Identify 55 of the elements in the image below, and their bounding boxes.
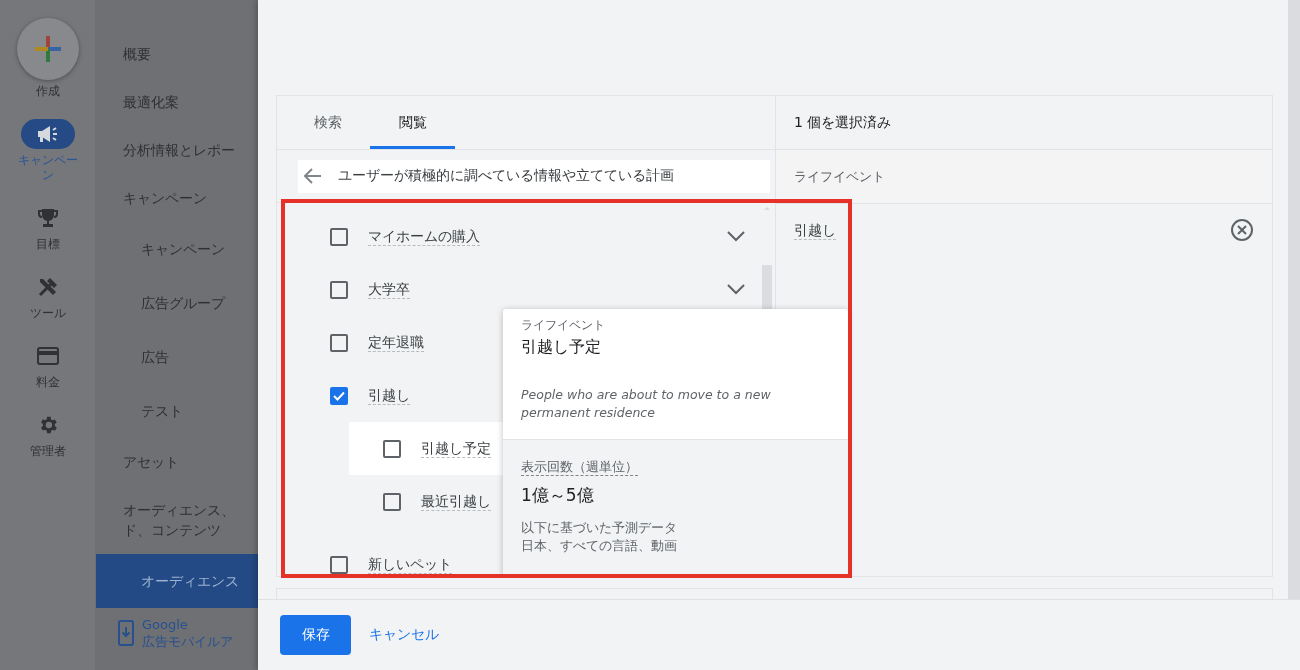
- category-label: 大学卒: [368, 280, 410, 299]
- megaphone-icon: [36, 125, 59, 143]
- nav-item[interactable]: キャンペーン: [96, 174, 258, 222]
- checkbox[interactable]: [330, 227, 348, 246]
- save-button[interactable]: 保存: [280, 615, 351, 655]
- trophy-icon: [36, 207, 59, 229]
- nav-item[interactable]: キャンペーン: [96, 222, 258, 276]
- plus-icon: [34, 36, 61, 62]
- checkbox[interactable]: [330, 555, 348, 574]
- cancel-button[interactable]: キャンセル: [369, 620, 439, 650]
- popup-description: People who are about to move to a new permanent residence: [521, 386, 772, 422]
- rail-label[interactable]: 目標: [12, 237, 83, 252]
- impressions-value: 1億～5億: [521, 484, 595, 507]
- tools-icon: [36, 276, 59, 298]
- chevron-down-icon[interactable]: [727, 284, 745, 295]
- chevron-down-icon[interactable]: [727, 231, 745, 242]
- category-label: 定年退職: [368, 333, 424, 352]
- breadcrumb-text: ユーザーが積極的に調べている情報や立てている計画: [338, 167, 674, 185]
- app-promo-link[interactable]: Google 広告モバイルア: [142, 616, 233, 650]
- checkbox[interactable]: [330, 333, 348, 352]
- nav-item[interactable]: アセット: [96, 438, 258, 486]
- rail-label[interactable]: ツール: [12, 306, 83, 321]
- nav-item[interactable]: 分析情報とレポー: [96, 126, 258, 174]
- forecast-basis: 以下に基づいた予測データ 日本、すべての言語、動画: [521, 519, 678, 555]
- rail-label[interactable]: 管理者: [12, 444, 83, 459]
- popup-title: 引越し予定: [521, 337, 602, 358]
- category-label: 引越し予定: [421, 439, 491, 458]
- rail-icon-button[interactable]: [20, 119, 75, 149]
- rail-label[interactable]: 料金: [12, 375, 83, 390]
- nav-item[interactable]: 最適化案: [96, 78, 258, 126]
- category-label: 新しいペット: [368, 555, 452, 574]
- nav-item[interactable]: オーディエンス、ド、コンテンツ: [96, 486, 258, 554]
- nav-item[interactable]: テスト: [96, 384, 258, 438]
- checkbox[interactable]: [330, 386, 348, 405]
- tab[interactable]: 検索: [285, 96, 370, 149]
- credit-card-icon: [36, 347, 59, 365]
- impressions-label: 表示回数（週単位）: [521, 458, 638, 476]
- rail-label[interactable]: 作成: [12, 84, 83, 99]
- tab[interactable]: 閲覧: [370, 96, 455, 149]
- nav-item[interactable]: オーディエンス: [96, 554, 258, 608]
- popup-category: ライフイベント: [521, 317, 606, 334]
- back-arrow-icon[interactable]: [304, 168, 322, 184]
- nav-item[interactable]: 概要: [96, 30, 258, 78]
- checkbox[interactable]: [383, 439, 401, 458]
- nav-item[interactable]: 広告グループ: [96, 276, 258, 330]
- category-label: 最近引越し: [421, 492, 491, 511]
- category-label: 引越し: [368, 386, 410, 405]
- rail-label[interactable]: キャンペーン: [12, 153, 83, 183]
- remove-icon[interactable]: [1230, 218, 1254, 242]
- category-label: マイホームの購入: [368, 227, 480, 246]
- checkbox[interactable]: [383, 492, 401, 511]
- phone-download-icon: [118, 620, 134, 646]
- checkbox[interactable]: [330, 280, 348, 299]
- selected-item-label: 引越し: [794, 220, 836, 240]
- nav-item[interactable]: 広告: [96, 330, 258, 384]
